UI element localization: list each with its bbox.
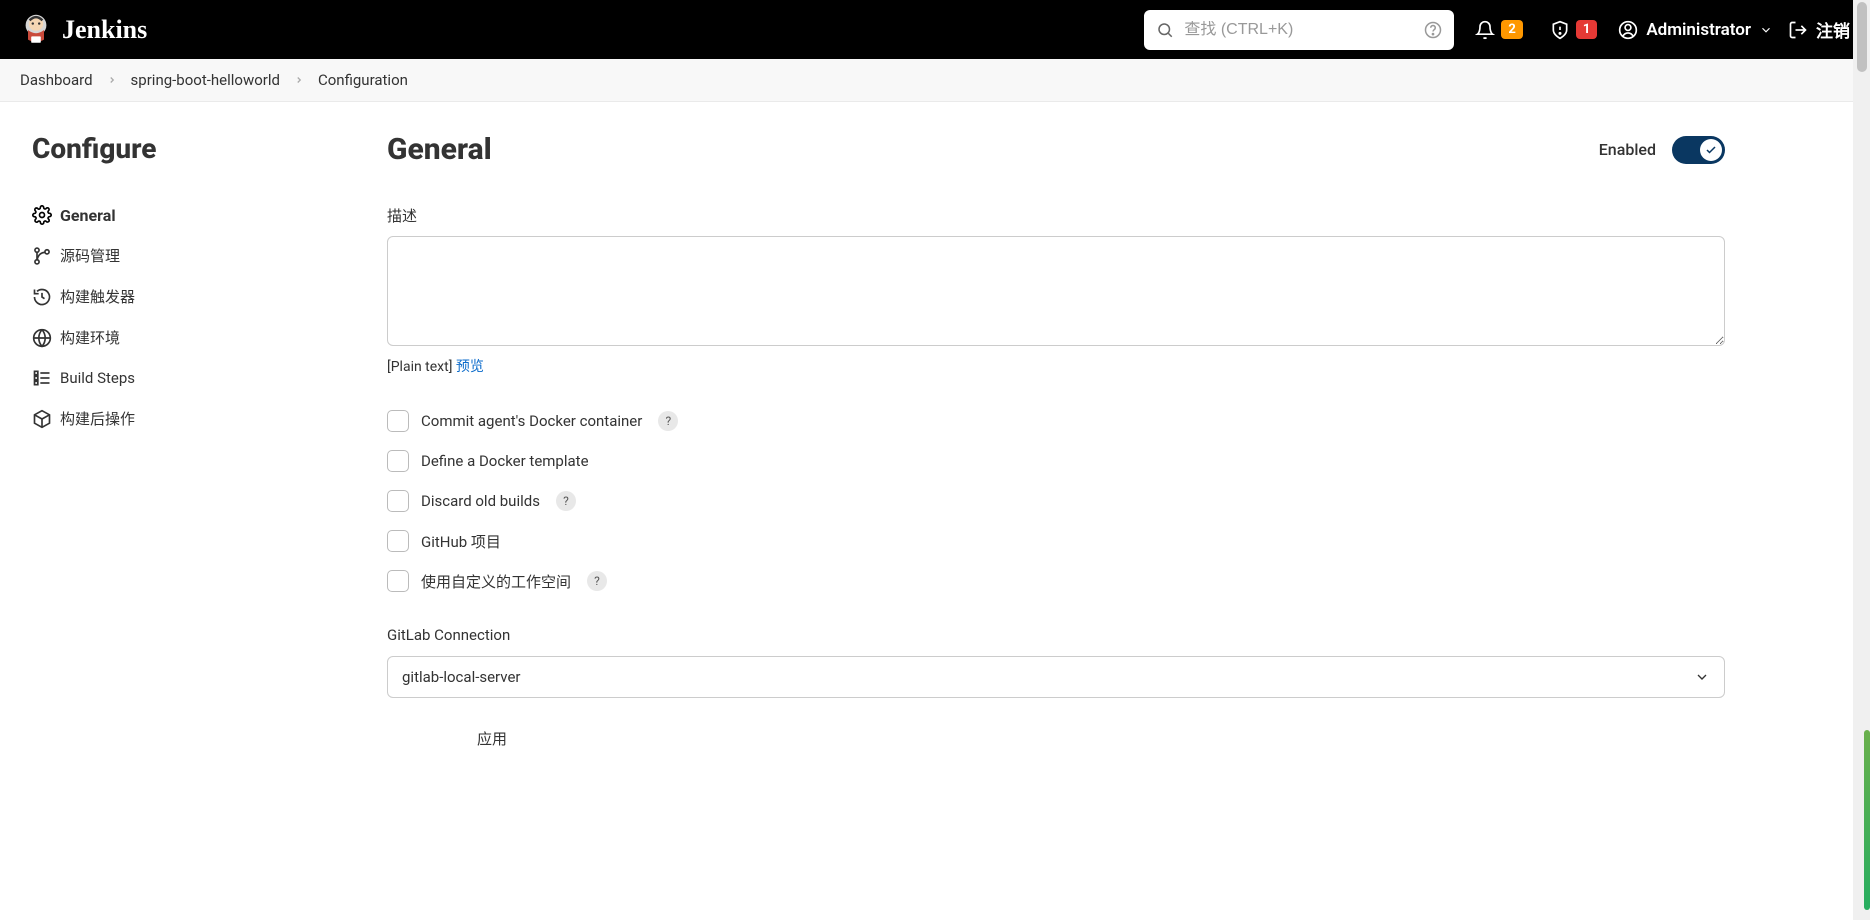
username-text: Administrator	[1646, 20, 1751, 40]
checkbox-label: Discard old builds	[421, 492, 540, 510]
enabled-label: Enabled	[1599, 140, 1656, 159]
checkbox-define-docker[interactable]	[387, 450, 409, 472]
jenkins-logo-icon	[20, 12, 52, 48]
chevron-down-icon	[1694, 669, 1710, 685]
checkbox-row-github-project: GitHub 项目	[387, 530, 1725, 552]
notifications-button[interactable]: 2	[1469, 14, 1528, 46]
chevron-right-icon	[294, 75, 304, 85]
alerts-button[interactable]: 1	[1544, 14, 1603, 46]
checkbox-row-commit-docker: Commit agent's Docker container ?	[387, 410, 1725, 432]
user-menu[interactable]: Administrator	[1618, 20, 1773, 40]
sidebar-item-label: 构建后操作	[60, 408, 135, 429]
vertical-scrollbar[interactable]	[1853, 0, 1870, 920]
search-icon	[1156, 21, 1174, 39]
notification-badge: 2	[1501, 20, 1522, 39]
format-indicator: [Plain text]	[387, 359, 452, 375]
checkbox-row-define-docker: Define a Docker template	[387, 450, 1725, 472]
logout-icon	[1788, 20, 1808, 40]
help-icon[interactable]: ?	[658, 411, 678, 431]
config-sidebar: Configure General 源码管理 构建触发器 构建环境 Build …	[32, 132, 387, 779]
sidebar-item-label: 源码管理	[60, 245, 120, 266]
checkbox-discard-builds[interactable]	[387, 490, 409, 512]
sidebar-item-label: General	[60, 206, 116, 225]
sidebar-item-triggers[interactable]: 构建触发器	[32, 276, 387, 317]
breadcrumb-dashboard[interactable]: Dashboard	[20, 71, 93, 89]
jenkins-logo-link[interactable]: Jenkins	[20, 12, 147, 48]
chevron-down-icon	[1759, 23, 1773, 37]
help-icon[interactable]: ?	[587, 571, 607, 591]
toggle-knob	[1700, 139, 1722, 161]
help-icon[interactable]: ?	[556, 491, 576, 511]
branch-icon	[32, 246, 52, 266]
user-icon	[1618, 20, 1638, 40]
sidebar-title: Configure	[32, 132, 387, 165]
chevron-right-icon	[107, 75, 117, 85]
brand-text: Jenkins	[62, 15, 147, 45]
enabled-toggle[interactable]	[1672, 136, 1725, 164]
cube-icon	[32, 409, 52, 429]
sidebar-item-label: 构建触发器	[60, 286, 135, 307]
clock-icon	[32, 287, 52, 307]
check-icon	[1705, 144, 1717, 156]
shield-icon	[1550, 20, 1570, 40]
bell-icon	[1475, 20, 1495, 40]
sidebar-item-label: 构建环境	[60, 327, 120, 348]
search-input[interactable]	[1184, 21, 1414, 39]
description-textarea[interactable]	[387, 236, 1725, 346]
sidebar-item-post-build[interactable]: 构建后操作	[32, 398, 387, 439]
checkbox-label: Define a Docker template	[421, 452, 589, 470]
checkbox-row-discard-builds: Discard old builds ?	[387, 490, 1725, 512]
help-icon[interactable]	[1424, 21, 1442, 39]
apply-button[interactable]: 应用	[387, 718, 597, 759]
sidebar-item-scm[interactable]: 源码管理	[32, 235, 387, 276]
logout-label: 注销	[1816, 17, 1850, 42]
checkbox-commit-docker[interactable]	[387, 410, 409, 432]
page-title: General	[387, 132, 492, 167]
scrollbar-accent	[1864, 730, 1870, 910]
sidebar-item-build-steps[interactable]: Build Steps	[32, 358, 387, 398]
breadcrumb-project[interactable]: spring-boot-helloworld	[131, 71, 280, 89]
gitlab-connection-label: GitLab Connection	[387, 626, 1725, 644]
checkbox-label: Commit agent's Docker container	[421, 412, 642, 430]
logout-button[interactable]: 注销	[1788, 17, 1850, 42]
breadcrumb: Dashboard spring-boot-helloworld Configu…	[0, 59, 1870, 102]
sidebar-item-environment[interactable]: 构建环境	[32, 317, 387, 358]
search-box[interactable]	[1144, 10, 1454, 50]
select-value: gitlab-local-server	[402, 668, 520, 686]
checkbox-label: GitHub 项目	[421, 531, 501, 552]
checkbox-row-custom-workspace: 使用自定义的工作空间 ?	[387, 570, 1725, 592]
sidebar-item-label: Build Steps	[60, 369, 135, 387]
preview-link[interactable]: 预览	[456, 359, 484, 375]
steps-icon	[32, 368, 52, 388]
breadcrumb-configuration[interactable]: Configuration	[318, 71, 408, 89]
gear-icon	[32, 205, 52, 225]
sidebar-item-general[interactable]: General	[32, 195, 387, 235]
checkbox-label: 使用自定义的工作空间	[421, 571, 571, 592]
globe-icon	[32, 328, 52, 348]
main-content: General Enabled 描述 [Plain text] 预览 Commi…	[387, 132, 1870, 779]
alert-badge: 1	[1576, 20, 1597, 39]
scrollbar-thumb[interactable]	[1857, 2, 1867, 72]
description-label: 描述	[387, 205, 1725, 226]
checkbox-custom-workspace[interactable]	[387, 570, 409, 592]
top-header: Jenkins 2 1 Administrator 注销	[0, 0, 1870, 59]
gitlab-connection-select[interactable]: gitlab-local-server	[387, 656, 1725, 698]
checkbox-github-project[interactable]	[387, 530, 409, 552]
